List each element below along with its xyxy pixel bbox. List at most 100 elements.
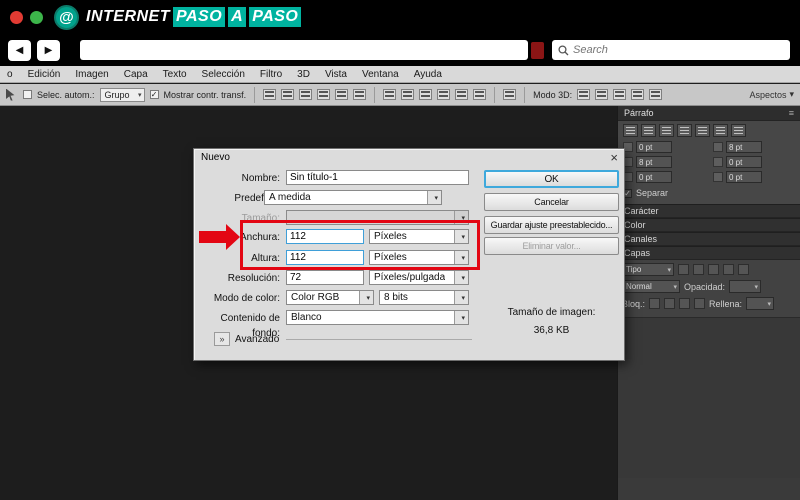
lock-pixels-icon[interactable]	[664, 298, 676, 309]
lock-all-icon[interactable]	[694, 298, 706, 309]
advanced-toggle-icon[interactable]: »	[214, 332, 230, 346]
space-after-field[interactable]: 0 pt	[623, 171, 705, 183]
dialog-titlebar[interactable]: Nuevo	[194, 149, 624, 166]
3d-scale-icon[interactable]	[649, 89, 663, 100]
background-dropdown[interactable]: Blanco ▾	[286, 310, 469, 325]
menu-item-archivo[interactable]: o	[7, 69, 13, 80]
color-mode-dropdown[interactable]: Color RGB ▾	[286, 290, 374, 305]
indent-firstline-field[interactable]: 8 pt	[623, 156, 705, 168]
layers-lock-row: Bloq.: Rellena:	[622, 297, 796, 310]
menu-item-texto[interactable]: Texto	[163, 69, 187, 80]
ok-button[interactable]: OK	[484, 170, 619, 188]
justify-last-center-icon[interactable]	[695, 124, 710, 137]
save-preset-button[interactable]: Guardar ajuste preestablecido...	[484, 216, 619, 234]
height-input[interactable]	[286, 250, 364, 265]
distribute-top-icon[interactable]	[383, 89, 397, 100]
dialog-close-icon[interactable]: ×	[610, 150, 618, 165]
distribute-vertical-icon[interactable]	[401, 89, 415, 100]
indent-left-field[interactable]: 0 pt	[623, 141, 705, 153]
3d-rotate-icon[interactable]	[577, 89, 591, 100]
filter-smart-objects-icon[interactable]	[738, 264, 749, 275]
blend-mode-dropdown[interactable]: Normal	[622, 280, 680, 293]
menu-item-ayuda[interactable]: Ayuda	[414, 69, 442, 80]
menu-item-edicion[interactable]: Edición	[28, 69, 61, 80]
align-bottom-edges-icon[interactable]	[299, 89, 313, 100]
cancel-button[interactable]: Cancelar	[484, 193, 619, 211]
address-bar[interactable]	[80, 40, 528, 60]
align-right-text-icon[interactable]	[659, 124, 674, 137]
panel-menu-icon[interactable]: ≡	[789, 108, 794, 118]
preset-dropdown[interactable]: A medida ▾	[264, 190, 442, 205]
filter-shape-layers-icon[interactable]	[723, 264, 734, 275]
justify-last-right-icon[interactable]	[713, 124, 728, 137]
show-transform-checkbox[interactable]	[149, 90, 159, 99]
menu-item-3d[interactable]: 3D	[297, 69, 310, 80]
layers-list-area[interactable]	[618, 318, 800, 478]
screen: @ INTERNET PASO A PASO ◀ ▶ o Edición Ima…	[0, 0, 800, 500]
align-top-edges-icon[interactable]	[263, 89, 277, 100]
hyphen-field[interactable]: 0 pt	[713, 171, 795, 183]
menu-item-capa[interactable]: Capa	[124, 69, 148, 80]
tab-canales[interactable]: Canales	[618, 232, 800, 246]
justify-all-icon[interactable]	[731, 124, 746, 137]
back-button[interactable]: ◀	[8, 39, 31, 61]
menu-item-seleccion[interactable]: Selección	[202, 69, 245, 80]
bookmark-icon[interactable]	[531, 41, 544, 59]
advanced-label: Avanzado	[235, 334, 280, 345]
paragraph-align-row	[623, 124, 795, 137]
filter-type-layers-icon[interactable]	[708, 264, 719, 275]
search-box[interactable]	[552, 40, 790, 60]
forward-button[interactable]: ▶	[37, 39, 60, 61]
window-close-button[interactable]	[10, 10, 23, 24]
space-before-field[interactable]: 0 pt	[713, 156, 795, 168]
distribute-bottom-icon[interactable]	[419, 89, 433, 100]
distribute-left-icon[interactable]	[437, 89, 451, 100]
align-left-text-icon[interactable]	[623, 124, 638, 137]
opacity-dropdown[interactable]	[729, 280, 762, 293]
align-center-text-icon[interactable]	[641, 124, 656, 137]
width-unit-dropdown[interactable]: Píxeles ▾	[369, 229, 469, 244]
tab-parrafo[interactable]: Párrafo	[624, 108, 654, 118]
align-vertical-centers-icon[interactable]	[281, 89, 295, 100]
resolution-input[interactable]	[286, 270, 364, 285]
filter-adjustment-layers-icon[interactable]	[693, 264, 704, 275]
fill-dropdown[interactable]	[746, 297, 775, 310]
3d-slide-icon[interactable]	[631, 89, 645, 100]
justify-last-left-icon[interactable]	[677, 124, 692, 137]
menu-item-ventana[interactable]: Ventana	[362, 69, 399, 80]
filter-pixel-layers-icon[interactable]	[678, 264, 689, 275]
space-before-icon	[713, 157, 723, 167]
advanced-divider	[286, 339, 472, 340]
distribute-right-icon[interactable]	[473, 89, 487, 100]
lock-transparent-icon[interactable]	[649, 298, 661, 309]
width-input[interactable]	[286, 229, 364, 244]
aspects-label[interactable]: Aspectos ▾	[749, 89, 794, 100]
3d-roll-icon[interactable]	[595, 89, 609, 100]
distribute-horizontal-icon[interactable]	[455, 89, 469, 100]
menu-item-filtro[interactable]: Filtro	[260, 69, 282, 80]
width-label: Anchura:	[239, 232, 280, 243]
separator	[524, 86, 526, 103]
align-horizontal-centers-icon[interactable]	[335, 89, 349, 100]
lock-position-icon[interactable]	[679, 298, 691, 309]
indent-right-field[interactable]: 8 pt	[713, 141, 795, 153]
auto-select-checkbox[interactable]	[23, 90, 32, 99]
name-input[interactable]	[286, 170, 469, 185]
3d-drag-icon[interactable]	[613, 89, 627, 100]
resolution-unit-dropdown[interactable]: Píxeles/pulgada ▾	[369, 270, 469, 285]
align-left-edges-icon[interactable]	[317, 89, 331, 100]
height-unit-dropdown[interactable]: Píxeles ▾	[369, 250, 469, 265]
search-input[interactable]	[573, 44, 784, 56]
menu-item-vista[interactable]: Vista	[325, 69, 347, 80]
tab-caracter[interactable]: Carácter	[618, 204, 800, 218]
bit-depth-dropdown[interactable]: 8 bits ▾	[379, 290, 469, 305]
align-right-edges-icon[interactable]	[353, 89, 367, 100]
tab-color[interactable]: Color	[618, 218, 800, 232]
show-transform-label: Mostrar contr. transf.	[163, 89, 247, 100]
tab-capas[interactable]: Capas	[618, 246, 800, 260]
layer-filter-dropdown[interactable]: Tipo	[622, 263, 674, 276]
menu-item-imagen[interactable]: Imagen	[75, 69, 108, 80]
auto-align-icon[interactable]	[503, 89, 517, 100]
group-dropdown[interactable]: Grupo	[99, 87, 145, 102]
window-zoom-button[interactable]	[30, 10, 43, 24]
